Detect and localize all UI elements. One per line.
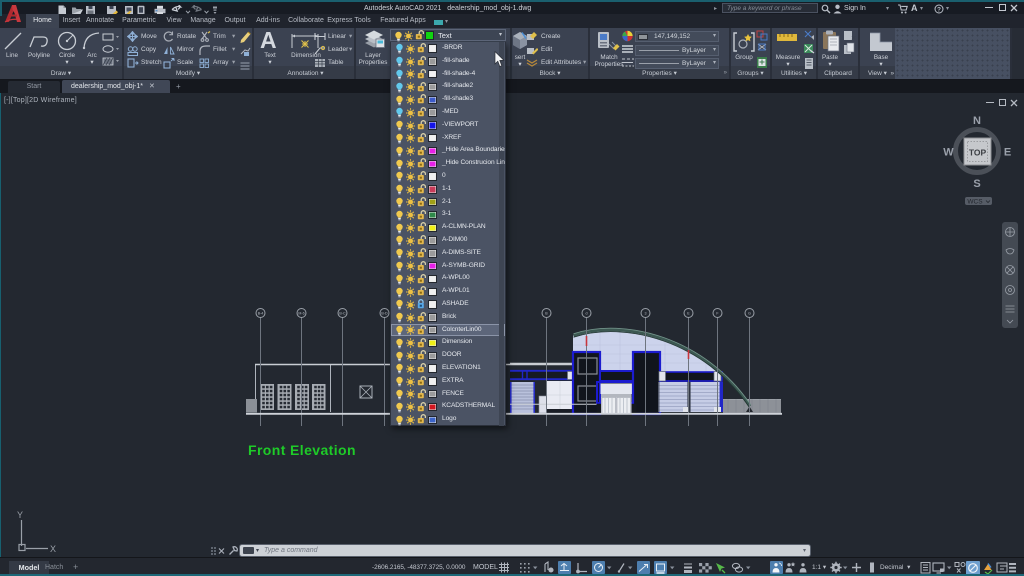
svg-text:M-6: M-6: [298, 312, 304, 316]
svg-text:G: G: [748, 312, 751, 316]
svg-text:B-C: B-C: [339, 312, 346, 316]
svg-text:3: 3: [645, 312, 647, 316]
svg-text:d: d: [586, 312, 588, 316]
svg-text:B-D: B-D: [381, 312, 388, 316]
svg-text:X: X: [50, 544, 56, 554]
svg-text:Y: Y: [17, 510, 23, 520]
svg-text:B-4: B-4: [258, 312, 264, 316]
svg-text:?: ?: [937, 6, 941, 13]
